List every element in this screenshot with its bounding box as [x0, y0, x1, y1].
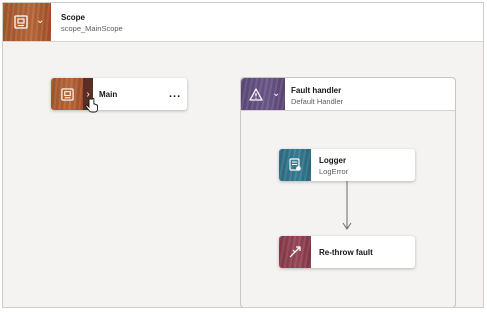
warning-triangle-icon [249, 87, 263, 101]
flow-connector-arrow [342, 181, 352, 230]
rethrow-arrow-icon [289, 246, 301, 258]
hand-cursor-icon [85, 98, 98, 113]
logger-node-card[interactable]: Logger LogError [279, 149, 415, 181]
fault-handler-subtitle: Default Handler [291, 97, 344, 106]
scope-title: Scope [61, 13, 86, 22]
main-node-icon-tile[interactable] [51, 78, 83, 110]
rethrow-icon-tile[interactable] [279, 236, 311, 268]
rethrow-node-card[interactable]: Re-throw fault [279, 236, 415, 268]
scope-node-icon [60, 87, 74, 101]
fault-handler-header[interactable]: ⌄ Fault handler Default Handler [241, 78, 455, 111]
logger-title: Logger [319, 156, 347, 165]
chevron-down-icon[interactable]: ⌄ [272, 89, 280, 99]
rethrow-title: Re-throw fault [319, 248, 373, 257]
main-node-title: Main [99, 90, 118, 99]
logger-icon [288, 158, 301, 171]
main-node-card[interactable]: › Main ... [51, 78, 187, 110]
chevron-down-icon[interactable]: ⌄ [36, 16, 44, 26]
scope-header[interactable]: ⌄ Scope scope_MainScope [3, 3, 483, 42]
scope-name: scope_MainScope [61, 24, 123, 33]
scope-icon-tile[interactable]: ⌄ [3, 3, 51, 41]
fault-handler-title: Fault handler [291, 86, 342, 95]
integration-canvas: ⌄ Scope scope_MainScope › Main ... ⌄ Fau… [2, 2, 484, 308]
logger-icon-tile[interactable] [279, 149, 311, 181]
fault-handler-icon-tile[interactable]: ⌄ [241, 78, 285, 110]
scope-node-icon [14, 15, 28, 29]
logger-subtitle: LogError [319, 167, 349, 176]
more-options-icon[interactable]: ... [169, 88, 181, 100]
